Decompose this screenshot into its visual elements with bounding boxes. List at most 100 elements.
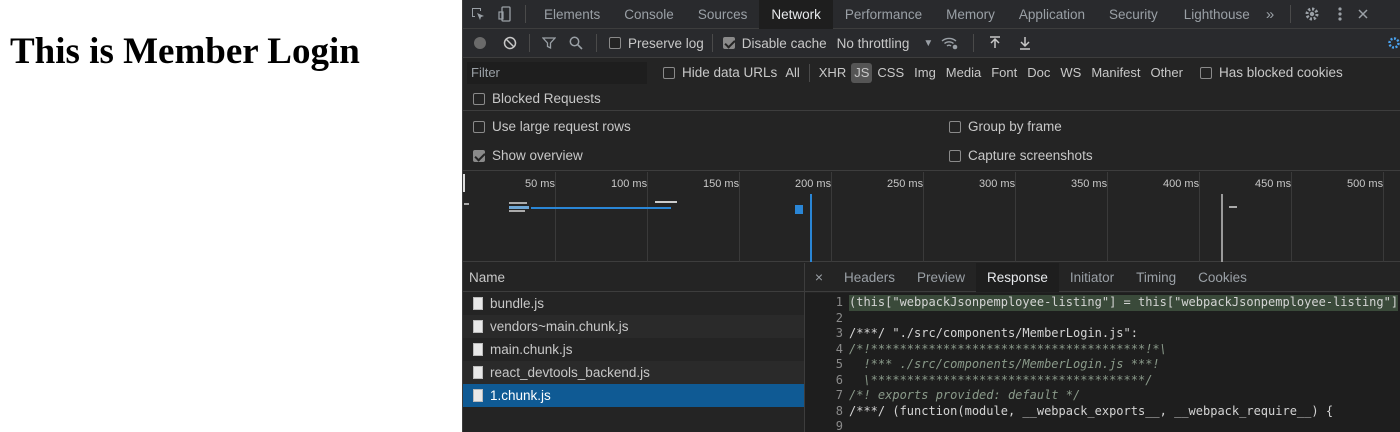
show-overview-checkbox[interactable]: Show overview [473, 148, 583, 163]
more-tabs-button[interactable]: » [1264, 0, 1284, 29]
filter-type-font[interactable]: Font [986, 63, 1022, 83]
timeline-gridline [831, 172, 832, 262]
filter-type-all[interactable]: All [780, 63, 804, 83]
filter-type-doc[interactable]: Doc [1022, 63, 1055, 83]
checkbox-box-checked[interactable] [473, 149, 485, 162]
dom-content-loaded-marker [810, 194, 812, 262]
tab-memory[interactable]: Memory [934, 0, 1007, 29]
checkbox-box[interactable] [609, 37, 621, 49]
tab-initiator[interactable]: Initiator [1059, 263, 1125, 292]
code-line: 9 [805, 419, 1400, 432]
code-line: 5 !*** ./src/components/MemberLogin.js *… [805, 357, 1400, 373]
code-text: /*!*************************************… [849, 341, 1167, 356]
filter-type-ws[interactable]: WS [1055, 63, 1086, 83]
page-heading: This is Member Login [10, 31, 360, 72]
checkbox-box[interactable] [473, 92, 485, 105]
name-column-header[interactable]: Name [463, 263, 804, 292]
timeline-tick: 100 ms [611, 178, 648, 190]
export-har-icon[interactable] [1010, 29, 1040, 58]
filter-type-img[interactable]: Img [909, 63, 941, 83]
line-number: 7 [835, 388, 843, 402]
filter-bar: Filter Hide data URLs All XHR JS CSS Img… [463, 58, 1400, 87]
network-overview-timeline[interactable]: 50 ms 100 ms 150 ms 200 ms 250 ms 300 ms… [463, 172, 1400, 262]
network-conditions-icon[interactable] [933, 29, 967, 58]
blocked-requests-checkbox[interactable]: Blocked Requests [473, 91, 601, 106]
device-toolbar-icon[interactable] [493, 0, 519, 29]
filter-input[interactable]: Filter [467, 61, 647, 84]
checkbox-box[interactable] [949, 149, 961, 162]
clear-icon[interactable] [497, 29, 523, 58]
checkbox-box-checked[interactable] [722, 37, 735, 49]
line-number: 1 [835, 295, 843, 309]
timeline-gridline [739, 172, 740, 262]
request-row[interactable]: react_devtools_backend.js [463, 361, 804, 384]
tab-sources[interactable]: Sources [686, 0, 760, 29]
timeline-tick: 250 ms [887, 178, 924, 190]
inspect-element-icon[interactable] [463, 0, 493, 29]
search-icon[interactable] [562, 29, 590, 58]
tab-headers[interactable]: Headers [833, 263, 906, 292]
request-row[interactable]: vendors~main.chunk.js [463, 315, 804, 338]
request-row-selected[interactable]: 1.chunk.js [463, 384, 804, 407]
capture-screenshots-checkbox[interactable]: Capture screenshots [949, 148, 1093, 163]
tab-timing[interactable]: Timing [1125, 263, 1187, 292]
devtools-tab-bar: Elements Console Sources Network Perform… [463, 0, 1400, 29]
checkbox-box[interactable] [473, 120, 485, 133]
filter-type-other[interactable]: Other [1145, 63, 1188, 83]
close-devtools-icon[interactable] [1353, 0, 1373, 29]
timeline-tick: 400 ms [1163, 178, 1200, 190]
tab-console[interactable]: Console [612, 0, 686, 29]
tab-preview[interactable]: Preview [906, 263, 976, 292]
checkbox-box[interactable] [1199, 66, 1212, 79]
disable-cache-checkbox[interactable]: Disable cache [722, 36, 827, 51]
tab-application[interactable]: Application [1007, 0, 1097, 29]
filter-type-js[interactable]: JS [851, 62, 873, 83]
large-rows-checkbox[interactable]: Use large request rows [473, 119, 631, 134]
tab-lighthouse[interactable]: Lighthouse [1170, 0, 1264, 29]
checkbox-box[interactable] [949, 120, 961, 133]
checkbox-box[interactable] [663, 66, 675, 79]
request-name: 1.chunk.js [490, 388, 551, 403]
request-row[interactable]: main.chunk.js [463, 338, 804, 361]
network-settings-gear-icon[interactable] [1387, 29, 1400, 58]
kebab-menu-icon[interactable] [1327, 0, 1353, 29]
request-name: vendors~main.chunk.js [490, 319, 629, 334]
gear-icon[interactable] [1297, 0, 1327, 29]
response-code-viewer[interactable]: 1 (this["webpackJsonpemployee-listing"] … [805, 293, 1400, 432]
timeline-tick: 450 ms [1255, 178, 1292, 190]
throttling-select[interactable]: No throttling ▼ [837, 36, 934, 51]
has-blocked-cookies-checkbox[interactable]: Has blocked cookies [1199, 65, 1343, 80]
filter-type-media[interactable]: Media [941, 63, 986, 83]
tab-security[interactable]: Security [1097, 0, 1170, 29]
request-list: Name bundle.js vendors~main.chunk.js mai… [463, 263, 805, 432]
request-bar [464, 203, 469, 205]
filter-icon[interactable] [536, 29, 562, 58]
filter-type-css[interactable]: CSS [872, 63, 909, 83]
record-icon[interactable] [463, 29, 497, 58]
hide-data-urls-checkbox[interactable]: Hide data URLs [663, 65, 777, 80]
import-har-icon[interactable] [980, 29, 1010, 58]
network-settings-pane: Use large request rows Show overview Gro… [463, 113, 1400, 171]
file-icon [473, 320, 483, 333]
code-text: !*** ./src/components/MemberLogin.js ***… [849, 357, 1160, 371]
line-number: 4 [835, 341, 843, 356]
request-bar [1229, 206, 1237, 208]
tab-network[interactable]: Network [759, 0, 833, 29]
load-event-marker [1221, 194, 1223, 262]
group-by-frame-checkbox[interactable]: Group by frame [949, 119, 1062, 134]
filter-type-manifest[interactable]: Manifest [1086, 63, 1145, 83]
tab-response[interactable]: Response [976, 262, 1059, 292]
filter-type-xhr[interactable]: XHR [814, 63, 851, 83]
close-detail-icon[interactable]: × [805, 269, 833, 285]
tab-cookies[interactable]: Cookies [1187, 263, 1258, 292]
code-line: 7 /*! exports provided: default */ [805, 388, 1400, 404]
tab-performance[interactable]: Performance [833, 0, 934, 29]
timeline-gridline [1199, 172, 1200, 262]
request-bar [655, 201, 677, 203]
file-icon [473, 343, 483, 356]
line-number: 5 [835, 357, 843, 371]
preserve-log-checkbox[interactable]: Preserve log [609, 36, 704, 51]
divider [529, 34, 530, 52]
tab-elements[interactable]: Elements [532, 0, 612, 29]
request-row[interactable]: bundle.js [463, 292, 804, 315]
